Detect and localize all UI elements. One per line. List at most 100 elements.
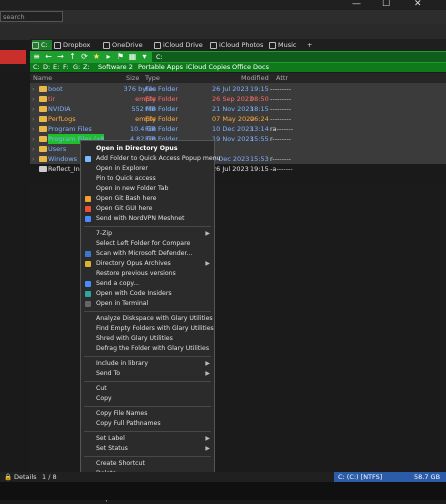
favorite-office-docs[interactable]: Office Docs (232, 63, 269, 72)
menu-item[interactable]: Add Folder to Quick Access Popup menu (81, 154, 221, 164)
menu-item[interactable]: Open in Directory Opus (81, 144, 214, 154)
expand-icon[interactable]: › (32, 124, 35, 134)
minimize-button[interactable]: — (352, 0, 361, 9)
menu-item[interactable]: Defrag the Folder with Glary Utilities (81, 344, 214, 354)
star-icon[interactable]: ★ (92, 52, 101, 61)
expand-icon[interactable]: › (32, 134, 35, 144)
title-bar: — ☐ ✕ (0, 0, 446, 10)
file-row[interactable]: › NVIDIA 552 MB File Folder 21 Nov 2023 18… (30, 104, 446, 114)
menu-item-icon (85, 281, 91, 287)
column-type[interactable]: Type (145, 73, 160, 83)
menu-item[interactable]: Open in Terminal (81, 299, 214, 309)
file-row[interactable]: › tir empty File Folder 26 Sep 2023 08:50-… (30, 94, 446, 104)
tab-icloud-photos[interactable]: iCloud Photos (210, 40, 268, 50)
file-row[interactable]: › PerfLogs empty File Folder 07 May 2022 0… (30, 114, 446, 124)
menu-item[interactable]: Open in new Folder Tab (81, 184, 214, 194)
chevron-down-icon[interactable]: ▾ (140, 52, 149, 61)
menu-item[interactable]: Create Shortcut (81, 459, 214, 469)
menu-item[interactable]: Open Git Bash here (81, 194, 214, 204)
up-arrow-icon[interactable]: ↑ (68, 52, 77, 61)
expand-icon[interactable]: › (32, 94, 35, 104)
search-input[interactable]: search (0, 11, 63, 22)
expand-icon[interactable]: › (32, 84, 35, 94)
favorite-icloud-copies[interactable]: iCloud Copies (186, 63, 230, 72)
menu-item-label: Open in Terminal (96, 300, 149, 307)
column-size[interactable]: Size (126, 73, 139, 83)
menu-item[interactable]: Open in Explorer (81, 164, 214, 174)
new-tab-button[interactable]: + (307, 40, 317, 50)
menu-item[interactable]: Analyze Diskspace with Glary Utilities (81, 314, 214, 324)
menu-item[interactable]: Select Left Folder for Compare (81, 239, 214, 249)
folder-icon (39, 126, 47, 132)
left-pane-header (0, 50, 26, 64)
menu-separator (84, 226, 211, 227)
maximize-button[interactable]: ☐ (382, 0, 390, 9)
menu-item[interactable]: Find Empty Folders with Glary Utilities (81, 324, 214, 334)
drive-e[interactable]: E: (53, 63, 59, 72)
tab-dropbox[interactable]: Dropbox (54, 40, 102, 50)
menu-item-icon (85, 301, 91, 307)
view-icon[interactable]: ▦ (128, 52, 137, 61)
tab-icloud-drive[interactable]: iCloud Drive (154, 40, 209, 50)
menu-item[interactable]: Open Git GUI here (81, 204, 214, 214)
drive-f[interactable]: F: (63, 63, 68, 72)
favorite-portable-apps[interactable]: Portable Apps (138, 63, 183, 72)
menu-item[interactable]: Set Status ▶ (81, 444, 214, 454)
menu-item[interactable]: Restore previous versions (81, 269, 214, 279)
forward-arrow-icon[interactable]: → (56, 52, 65, 61)
menu-item-label: Shred with Glary Utilities (96, 335, 173, 342)
menu-item[interactable]: Directory Opus Archives ▶ (81, 259, 214, 269)
expand-icon[interactable]: › (32, 154, 35, 164)
expand-icon[interactable]: › (32, 114, 35, 124)
menu-item[interactable]: Open with Code Insiders (81, 289, 214, 299)
menu-item[interactable]: Send a copy... (81, 279, 214, 289)
menu-item[interactable]: Copy Full Pathnames (81, 419, 214, 429)
column-modified[interactable]: Modified (241, 73, 269, 83)
menu-item[interactable]: 7-Zip ▶ (81, 229, 214, 239)
drive-z[interactable]: Z: (83, 63, 90, 72)
column-name[interactable]: Name (33, 73, 52, 83)
menu-item-icon (85, 251, 91, 257)
menu-item[interactable]: Send with NordVPN Meshnet (81, 214, 214, 224)
submenu-arrow-icon: ▶ (205, 230, 210, 237)
menu-item[interactable]: Cut (81, 384, 214, 394)
refresh-icon[interactable]: ⟳ (80, 52, 89, 61)
back-arrow-icon[interactable]: ← (44, 52, 53, 61)
folder-icon (39, 136, 47, 142)
lock-icon (54, 41, 61, 49)
favorite-software-2[interactable]: Software 2 (98, 63, 133, 72)
folder-icon (39, 146, 47, 152)
details-label[interactable]: Details (14, 472, 37, 482)
expand-icon[interactable]: › (32, 104, 35, 114)
search-bar: search (0, 10, 446, 24)
menu-item[interactable]: Shred with Glary Utilities (81, 334, 214, 344)
expand-icon[interactable]: › (32, 144, 35, 154)
menu-item[interactable]: Scan with Microsoft Defender... (81, 249, 214, 259)
column-attr[interactable]: Attr (276, 73, 288, 83)
drive-g[interactable]: G: (73, 63, 80, 72)
menu-item[interactable]: Include in library ▶ (81, 359, 214, 369)
menu-item-label: Open Git GUI here (96, 205, 153, 212)
submenu-arrow-icon: ▶ (205, 360, 210, 367)
tab-music[interactable]: Music (269, 40, 305, 50)
drive-d[interactable]: D: (43, 63, 50, 72)
drive-c[interactable]: C: (33, 63, 40, 72)
menu-item[interactable]: Set Label ▶ (81, 434, 214, 444)
menu-item-label: Set Status (96, 445, 128, 452)
menu-item[interactable]: Copy (81, 394, 214, 404)
tab-onedrive[interactable]: OneDrive (103, 40, 153, 50)
tab-c[interactable]: C: (32, 40, 52, 50)
path-field[interactable]: C: (152, 52, 446, 62)
bookmark-icon[interactable]: ⚑ (116, 52, 125, 61)
menu-item-label: Find Empty Folders with Glary Utilities (96, 325, 214, 332)
menu-item[interactable]: Pin to Quick access (81, 174, 214, 184)
menu-item[interactable]: Copy File Names (81, 409, 214, 419)
folder-icon (39, 106, 47, 112)
file-row[interactable]: › Program Files 10.4 GB File Folder 10 Dec… (30, 124, 446, 134)
chevron-right-icon[interactable]: ▸ (104, 52, 113, 61)
menu-icon[interactable]: ≡ (32, 52, 41, 61)
file-row[interactable]: › boot 376 bytes File Folder 26 Jul 2023 1… (30, 84, 446, 94)
menu-item[interactable]: Send To ▶ (81, 369, 214, 379)
close-button[interactable]: ✕ (414, 0, 422, 9)
menu-item-label: Restore previous versions (96, 270, 176, 277)
